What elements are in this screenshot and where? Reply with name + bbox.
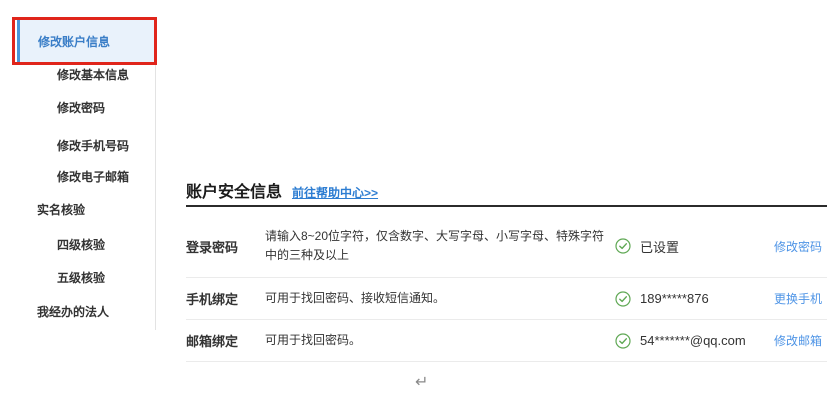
modify-email-link[interactable]: 修改邮箱 — [774, 332, 827, 349]
sidebar-item-label: 修改账户信息 — [20, 33, 110, 50]
row-status: 54*******@qq.com — [615, 333, 774, 349]
row-label: 邮箱绑定 — [186, 331, 265, 350]
page-title: 账户安全信息 — [186, 178, 282, 202]
return-symbol: ↵ — [415, 372, 428, 391]
row-description: 可用于找回密码、接收短信通知。 — [265, 289, 615, 308]
sidebar-item-modify-account-info[interactable]: 修改账户信息 — [17, 20, 155, 63]
sidebar-item-level5-verify[interactable]: 五级核验 — [57, 270, 105, 286]
table-row-login-password: 登录密码 请输入8~20位字符，仅含数字、大写字母、小写字母、特殊字符中的三种及… — [186, 207, 827, 278]
sidebar-item-level4-verify[interactable]: 四级核验 — [57, 237, 105, 253]
row-status: 已设置 — [615, 237, 774, 256]
sidebar-item-realname-verify[interactable]: 实名核验 — [37, 202, 85, 218]
check-circle-icon — [615, 238, 631, 254]
row-status: 189*****876 — [615, 291, 774, 307]
modify-password-link[interactable]: 修改密码 — [774, 238, 827, 255]
help-center-link[interactable]: 前往帮助中心>> — [292, 184, 378, 201]
sidebar: 修改账户信息 修改基本信息 修改密码 修改手机号码 修改电子邮箱 实名核验 四级… — [0, 0, 160, 400]
row-description: 可用于找回密码。 — [265, 331, 615, 350]
status-text: 189*****876 — [640, 291, 709, 306]
sidebar-item-modify-phone[interactable]: 修改手机号码 — [57, 138, 129, 154]
status-text: 已设置 — [640, 237, 679, 256]
account-security-panel: 账户安全信息 前往帮助中心>> 登录密码 请输入8~20位字符，仅含数字、大写字… — [186, 178, 827, 362]
change-phone-link[interactable]: 更换手机 — [774, 290, 827, 307]
sidebar-divider — [155, 20, 156, 330]
sidebar-item-my-legal-entities[interactable]: 我经办的法人 — [37, 304, 109, 320]
row-description: 请输入8~20位字符，仅含数字、大写字母、小写字母、特殊字符中的三种及以上 — [265, 227, 615, 265]
sidebar-item-modify-password[interactable]: 修改密码 — [57, 100, 105, 116]
sidebar-item-modify-basic-info[interactable]: 修改基本信息 — [57, 67, 129, 83]
sidebar-item-modify-email[interactable]: 修改电子邮箱 — [57, 169, 129, 185]
status-text: 54*******@qq.com — [640, 333, 746, 348]
check-circle-icon — [615, 291, 631, 307]
row-label: 手机绑定 — [186, 289, 265, 308]
panel-header: 账户安全信息 前往帮助中心>> — [186, 178, 827, 200]
check-circle-icon — [615, 333, 631, 349]
table-row-email-binding: 邮箱绑定 可用于找回密码。 54*******@qq.com 修改邮箱 — [186, 320, 827, 362]
row-label: 登录密码 — [186, 237, 265, 256]
security-table: 登录密码 请输入8~20位字符，仅含数字、大写字母、小写字母、特殊字符中的三种及… — [186, 205, 827, 362]
table-row-phone-binding: 手机绑定 可用于找回密码、接收短信通知。 189*****876 更换手机 — [186, 278, 827, 320]
